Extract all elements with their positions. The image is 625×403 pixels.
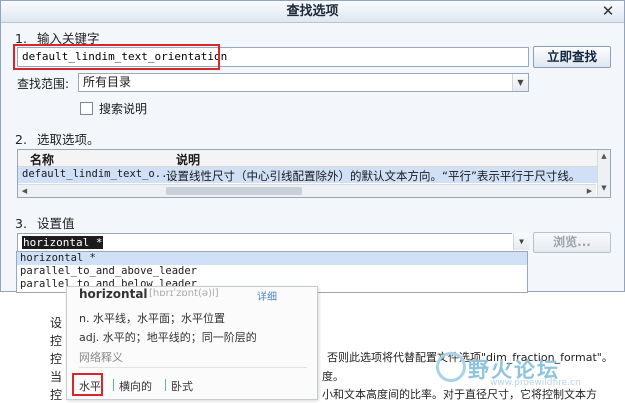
scroll-right-icon[interactable]: ▶	[583, 185, 596, 197]
chevron-down-icon[interactable]: ▼	[513, 233, 529, 250]
watermark-url: www.proewildfire.cn	[490, 378, 581, 388]
options-list-header: 名称 说明	[18, 150, 610, 167]
value-combobox[interactable]: horizontal * ▼	[17, 233, 529, 252]
row-name-cell: default_lindim_text_o...	[22, 168, 166, 180]
scroll-left-icon[interactable]: ◀	[18, 185, 31, 197]
popup-synonym-2[interactable]: 横向的	[119, 378, 152, 394]
watermark-logo	[436, 352, 466, 382]
doc-text-ratio: 小和文本高度间的比率。对于直径尺寸，它将控制文本方	[322, 388, 597, 401]
chevron-down-icon[interactable]: ▼	[512, 74, 528, 91]
scroll-down-icon[interactable]: ▼	[598, 184, 610, 192]
popup-divider	[79, 367, 307, 368]
doc-line-2: 控	[50, 334, 63, 348]
horizontal-scrollbar[interactable]: ◀ ▶	[18, 184, 596, 197]
keyword-highlight-box	[13, 44, 220, 70]
doc-line-3: 控	[50, 352, 63, 366]
doc-line-1: 设	[50, 316, 63, 330]
dropdown-option[interactable]: horizontal *	[17, 252, 527, 265]
column-header-description[interactable]: 说明	[176, 151, 200, 168]
scroll-up-icon[interactable]: ▲	[598, 152, 610, 160]
table-row[interactable]: default_lindim_text_o... 设置线性尺寸（中心引线配置除外…	[18, 167, 608, 183]
find-options-dialog: 查找选项 ✕ 1. 输入关键字 default_lindim_text_orien…	[0, 0, 625, 292]
scope-select[interactable]: 所有目录 ▼	[78, 73, 529, 92]
browse-button[interactable]: 浏览...	[533, 232, 611, 253]
horizontal-scroll-thumb[interactable]	[166, 187, 302, 195]
step2-label: 2. 选取选项。	[15, 132, 100, 147]
doc-text-degree: 度。	[322, 370, 344, 383]
dialog-titlebar: 查找选项 ✕	[1, 1, 624, 23]
dropdown-option[interactable]: parallel_to_and_above_leader	[17, 265, 527, 278]
scope-select-value: 所有目录	[83, 75, 132, 89]
scope-label: 查找范围:	[17, 77, 70, 91]
doc-line-4: 当	[50, 370, 63, 384]
popup-synonym-separator	[113, 379, 114, 391]
popup-detail-link[interactable]: 详细	[257, 288, 277, 303]
popup-definition-noun: n. 水平线，水平面；水平位置	[79, 312, 225, 325]
popup-definition-adj: adj. 水平的；地平线的；同一阶层的	[79, 331, 257, 344]
row-description-cell: 设置线性尺寸（中心引线配置除外）的默认文本方向。“平行”表示平行于尺寸线。	[166, 169, 581, 183]
close-icon[interactable]: ✕	[600, 1, 616, 22]
dictionary-popup: horizontal [hɒrɪˈzɒnt(ə)l] 详细 n. 水平线，水平面…	[66, 286, 318, 400]
popup-word: horizontal	[79, 287, 148, 301]
column-header-name[interactable]: 名称	[30, 151, 54, 168]
search-now-button[interactable]: 立即查找	[533, 46, 611, 68]
step3-label: 3. 设置值	[15, 216, 75, 231]
popup-synonym-separator	[165, 379, 166, 391]
dialog-title: 查找选项	[286, 4, 339, 19]
doc-line-5: 控	[50, 388, 63, 402]
search-description-label: 搜索说明	[99, 102, 148, 116]
value-dropdown-toggle[interactable]: ▼	[512, 233, 529, 252]
popup-synonym-3[interactable]: 卧式	[171, 378, 193, 394]
options-list: 名称 说明 default_lindim_text_o... 设置线性尺寸（中心…	[17, 149, 611, 198]
value-selected-text: horizontal *	[22, 236, 104, 249]
search-description-checkbox[interactable]	[80, 102, 93, 115]
vertical-scrollbar[interactable]: ▲ ▼	[597, 150, 610, 197]
synonym-highlight-box	[72, 373, 103, 396]
popup-phonetic: [hɒrɪˈzɒnt(ə)l]	[149, 288, 219, 299]
popup-web-definition-label: 网络释义	[79, 351, 123, 364]
